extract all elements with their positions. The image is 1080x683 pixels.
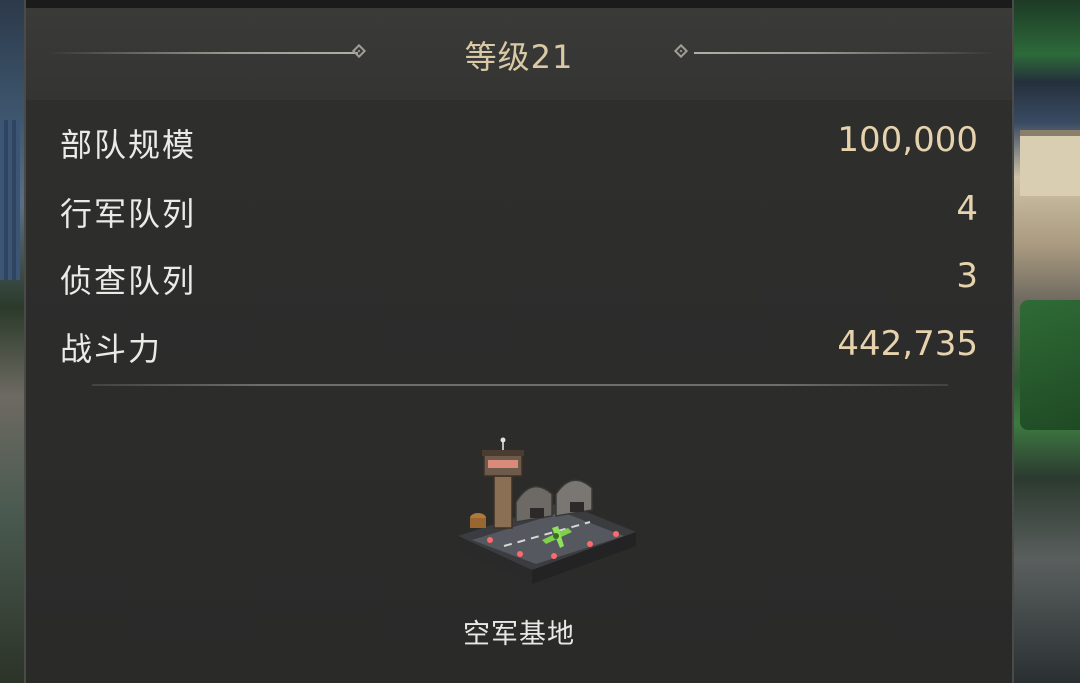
building-name: 空军基地 bbox=[463, 619, 575, 650]
stat-row-combat-power: 战斗力 442,735 bbox=[60, 324, 978, 384]
stat-value: 442,735 bbox=[837, 324, 978, 364]
stat-value: 4 bbox=[956, 189, 978, 229]
panel-body bbox=[26, 100, 1012, 683]
header-line-right bbox=[694, 52, 994, 54]
level-info-panel: 等级21 部队规模 100,000 行军队列 4 侦查队列 3 战斗力 442,… bbox=[24, 0, 1014, 683]
panel-header: 等级21 bbox=[26, 8, 1012, 100]
background-building-right bbox=[1020, 130, 1080, 196]
background-hedge-right bbox=[1020, 300, 1080, 430]
panel-top-strip bbox=[26, 0, 1012, 8]
level-title: 等级21 bbox=[464, 38, 574, 76]
stat-row-troop-size: 部队规模 100,000 bbox=[60, 120, 978, 180]
game-scene-left-edge bbox=[0, 0, 24, 683]
stat-label: 侦查队列 bbox=[60, 262, 197, 300]
stat-value: 3 bbox=[956, 256, 978, 296]
stat-label: 部队规模 bbox=[60, 126, 197, 164]
stat-row-scout-queue: 侦查队列 3 bbox=[60, 256, 978, 316]
stat-label: 行军队列 bbox=[60, 195, 197, 233]
stat-value: 100,000 bbox=[837, 120, 978, 160]
stat-label: 战斗力 bbox=[60, 330, 163, 368]
section-divider bbox=[92, 384, 948, 386]
background-roof-left bbox=[0, 120, 20, 280]
stat-row-march-queue: 行军队列 4 bbox=[60, 189, 978, 249]
air-base-building-icon bbox=[458, 437, 636, 584]
